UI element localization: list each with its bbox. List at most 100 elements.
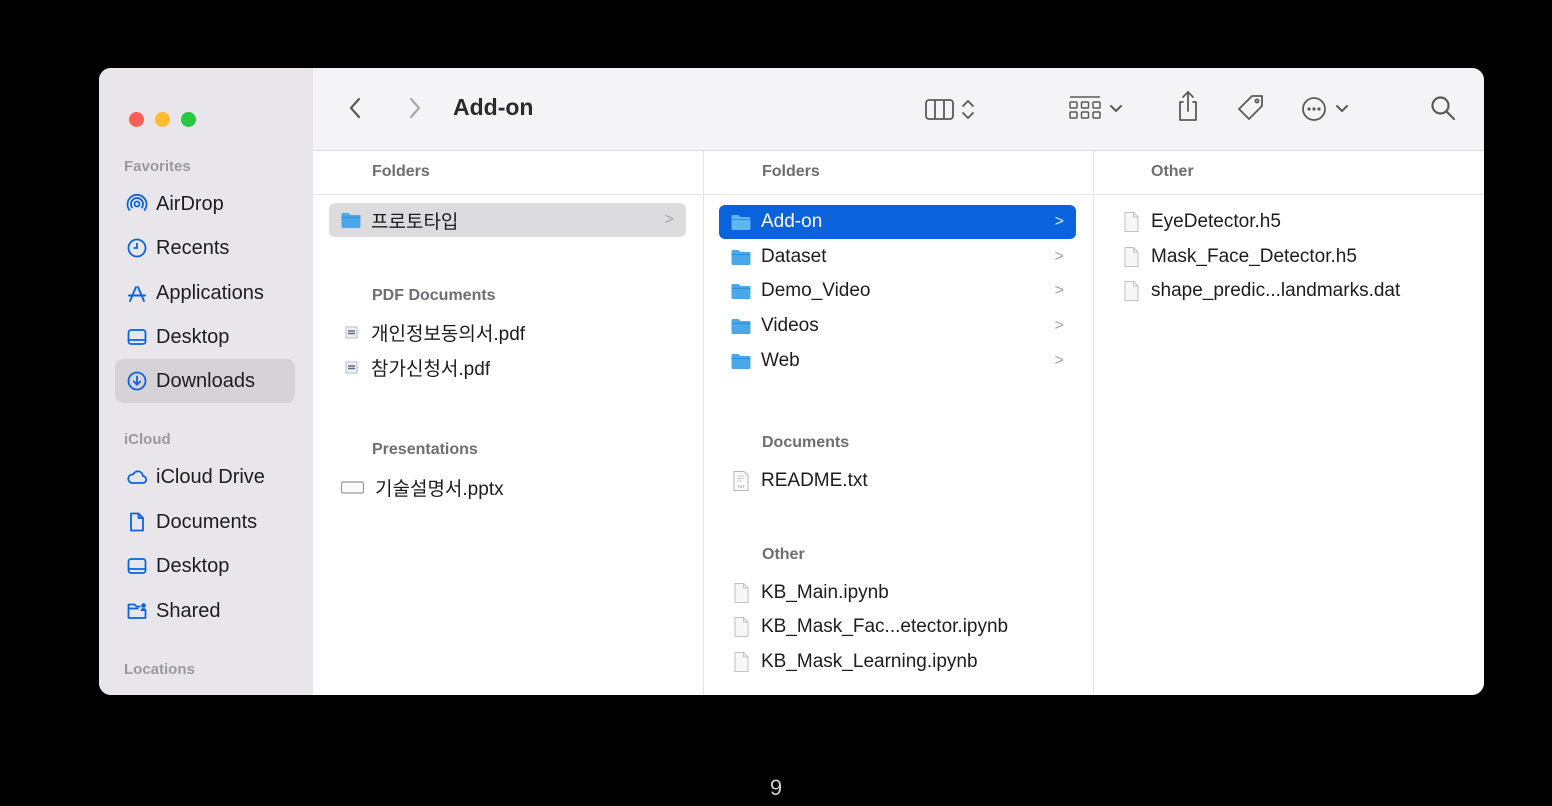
list-item[interactable]: Dataset > bbox=[719, 240, 1076, 274]
applications-icon bbox=[128, 286, 146, 302]
group-button[interactable] bbox=[1067, 92, 1137, 126]
column-view-icon bbox=[925, 99, 974, 120]
sidebar-item-desktop[interactable]: Desktop bbox=[115, 315, 295, 359]
ellipsis-circle-icon bbox=[1302, 97, 1348, 121]
finder-window: Favorites AirDrop Recents Applications D… bbox=[99, 68, 1484, 695]
group-label: PDF Documents bbox=[372, 287, 496, 304]
sidebar-item-icloud-drive[interactable]: iCloud Drive bbox=[115, 455, 295, 499]
desktop-icon bbox=[127, 329, 147, 345]
list-item[interactable]: 개인정보동의서.pdf bbox=[329, 315, 686, 349]
pdf-file-icon bbox=[345, 361, 358, 374]
list-item[interactable]: KB_Mask_Fac...etector.ipynb bbox=[719, 610, 1076, 644]
item-name: Mask_Face_Detector.h5 bbox=[1151, 246, 1357, 267]
group-grid-icon bbox=[1069, 96, 1122, 119]
item-name: 기술설명서.pptx bbox=[375, 478, 504, 500]
back-button[interactable] bbox=[341, 92, 369, 124]
file-icon bbox=[734, 617, 749, 637]
list-item[interactable]: Demo_Video > bbox=[719, 274, 1076, 308]
page-number: 9 bbox=[769, 775, 783, 800]
sidebar-item-documents[interactable]: Documents bbox=[115, 500, 295, 544]
presentation-file-icon bbox=[340, 481, 365, 494]
search-icon bbox=[1431, 96, 1456, 121]
clock-icon bbox=[127, 238, 147, 258]
airdrop-icon bbox=[126, 193, 148, 212]
folder-icon bbox=[731, 319, 751, 334]
sidebar-item-label: Shared bbox=[156, 599, 221, 622]
close-button[interactable] bbox=[129, 112, 144, 127]
chevron-right-icon: > bbox=[1054, 248, 1064, 265]
list-item[interactable]: shape_predic...landmarks.dat bbox=[1109, 274, 1469, 308]
sidebar-item-label: Documents bbox=[156, 510, 258, 533]
sidebar-item-label: Desktop bbox=[156, 325, 230, 348]
group-label: Presentations bbox=[372, 441, 478, 458]
item-name: Add-on bbox=[761, 211, 823, 232]
sidebar-item-shared[interactable]: Shared bbox=[115, 589, 295, 633]
view-options-button[interactable] bbox=[921, 94, 1001, 124]
list-item[interactable]: 프로토타입 > bbox=[329, 203, 686, 237]
folder-icon bbox=[731, 354, 751, 369]
sidebar-item-airdrop[interactable]: AirDrop bbox=[115, 182, 295, 226]
tag-button[interactable] bbox=[1231, 90, 1271, 126]
more-actions-button[interactable] bbox=[1298, 92, 1364, 126]
item-name: 참가신청서.pdf bbox=[371, 358, 491, 380]
sidebar-item-recents[interactable]: Recents bbox=[115, 226, 295, 270]
share-icon bbox=[1179, 91, 1197, 121]
group-label: Other bbox=[762, 546, 805, 563]
chevron-right-icon: > bbox=[664, 211, 674, 228]
list-item[interactable]: TXT README.txt bbox=[719, 464, 1076, 498]
file-icon bbox=[1124, 281, 1139, 301]
item-name: 프로토타입 bbox=[371, 211, 459, 233]
list-item[interactable]: EyeDetector.h5 bbox=[1109, 205, 1469, 239]
list-item[interactable]: 참가신청서.pdf bbox=[329, 350, 686, 384]
file-icon bbox=[734, 652, 749, 672]
pdf-file-icon bbox=[345, 326, 358, 339]
item-name: EyeDetector.h5 bbox=[1151, 211, 1281, 232]
column-2: Folders Add-on > Dataset > Demo_Video > … bbox=[703, 151, 1094, 695]
zoom-button[interactable] bbox=[181, 112, 196, 127]
list-item[interactable]: Mask_Face_Detector.h5 bbox=[1109, 240, 1469, 274]
list-item[interactable]: Web > bbox=[719, 344, 1076, 378]
list-item[interactable]: 기술설명서.pptx bbox=[329, 470, 686, 504]
search-button[interactable] bbox=[1423, 90, 1463, 126]
sidebar-item-downloads[interactable]: Downloads bbox=[115, 359, 295, 403]
chevron-right-icon bbox=[409, 97, 421, 119]
list-item[interactable]: Videos > bbox=[719, 309, 1076, 343]
column-header: Other bbox=[1093, 151, 1484, 195]
list-item[interactable]: KB_Main.ipynb bbox=[719, 576, 1076, 610]
window-controls bbox=[129, 112, 196, 127]
minimize-button[interactable] bbox=[155, 112, 170, 127]
chevron-left-icon bbox=[349, 97, 361, 119]
item-name: KB_Main.ipynb bbox=[761, 582, 889, 603]
sidebar-item-label: Applications bbox=[156, 281, 264, 304]
column-header-label: Folders bbox=[762, 163, 820, 180]
column-header: Folders bbox=[703, 151, 1093, 195]
document-icon bbox=[130, 512, 144, 532]
file-icon bbox=[734, 583, 749, 603]
column-3: Other EyeDetector.h5 Mask_Face_Detector.… bbox=[1093, 151, 1484, 695]
item-name: Web bbox=[761, 350, 800, 371]
text-file-icon: TXT bbox=[733, 471, 749, 491]
column-header-label: Other bbox=[1151, 163, 1194, 180]
chevron-right-icon: > bbox=[1054, 213, 1064, 230]
chevron-right-icon: > bbox=[1054, 282, 1064, 299]
item-name: Demo_Video bbox=[761, 280, 871, 301]
folder-icon bbox=[731, 284, 751, 299]
sidebar-item-applications[interactable]: Applications bbox=[115, 271, 295, 315]
svg-text:TXT: TXT bbox=[737, 484, 745, 489]
download-icon bbox=[127, 371, 147, 391]
list-item[interactable]: KB_Mask_Learning.ipynb bbox=[719, 645, 1076, 679]
window-title: Add-on bbox=[453, 94, 534, 120]
item-name: Videos bbox=[761, 315, 819, 336]
sidebar-item-label: iCloud Drive bbox=[156, 465, 265, 488]
toolbar: Add-on bbox=[313, 68, 1484, 151]
sidebar-item-label: Downloads bbox=[156, 369, 255, 392]
chevron-right-icon: > bbox=[1054, 352, 1064, 369]
sidebar-item-desktop-icloud[interactable]: Desktop bbox=[115, 544, 295, 588]
forward-button[interactable] bbox=[401, 92, 429, 124]
share-button[interactable] bbox=[1170, 86, 1206, 126]
folder-icon bbox=[731, 250, 751, 265]
list-item[interactable]: Add-on > bbox=[719, 205, 1076, 239]
sidebar-item-label: Recents bbox=[156, 236, 230, 259]
file-icon bbox=[1124, 247, 1139, 267]
sidebar-section-favorites: Favorites bbox=[124, 158, 191, 175]
